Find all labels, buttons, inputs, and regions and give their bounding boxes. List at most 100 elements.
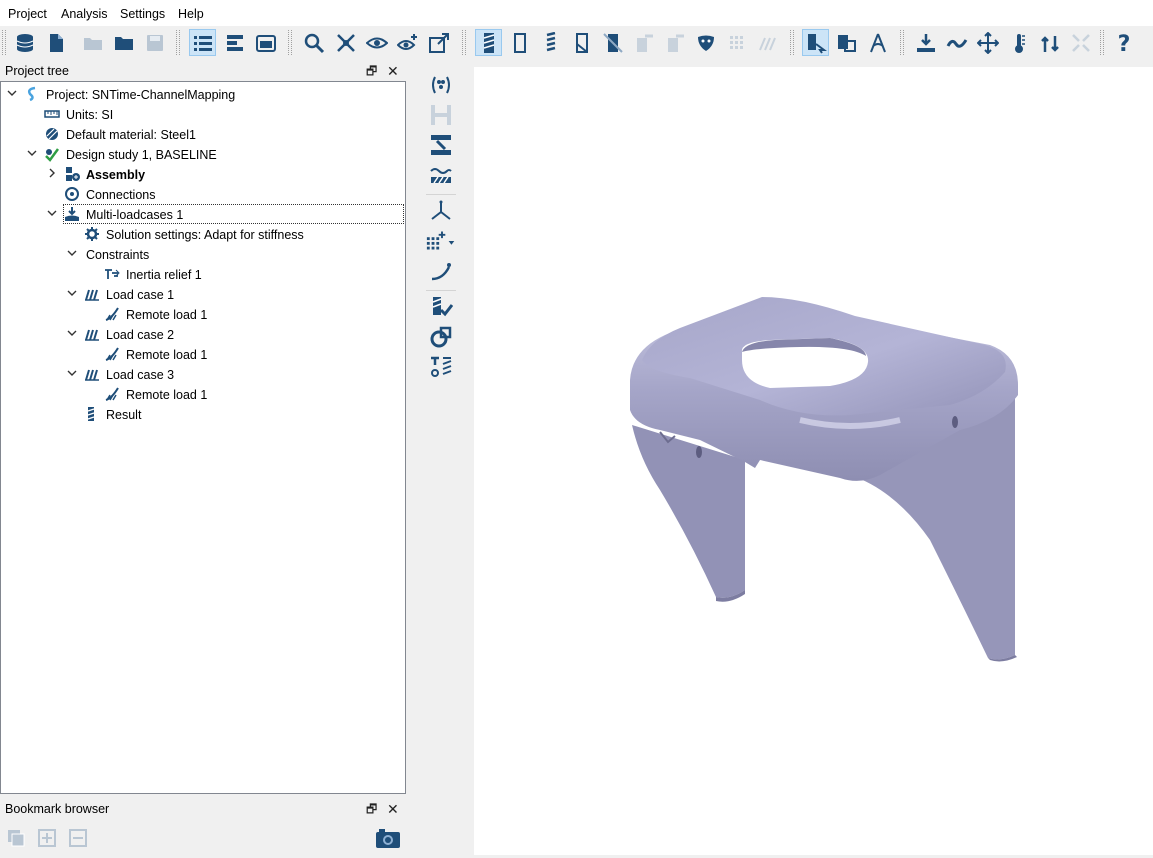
bracket-model[interactable] [474, 67, 1153, 855]
chevron-down-icon[interactable] [6, 87, 18, 99]
outline-button[interactable] [506, 29, 533, 56]
wave-button[interactable] [943, 29, 970, 56]
3d-viewport[interactable] [474, 67, 1153, 855]
float-panel-icon[interactable]: 🗗 [366, 799, 377, 819]
tree-item[interactable]: Result [1, 404, 405, 424]
menu-analysis[interactable]: Analysis [61, 7, 108, 21]
boolean-button[interactable] [428, 324, 454, 350]
section-button[interactable] [568, 29, 595, 56]
remove-bookmark-icon[interactable] [68, 828, 88, 848]
symmetry-button[interactable] [428, 102, 454, 128]
tree-item[interactable]: Remote load 1 [1, 384, 405, 404]
export-view-icon [428, 32, 449, 53]
chevron-right-icon[interactable] [46, 167, 58, 179]
tree-item[interactable]: Units: SI [1, 104, 405, 124]
toolbar-separator [176, 30, 180, 55]
point-grid-button[interactable] [424, 228, 460, 254]
add-bookmark-icon[interactable] [37, 828, 57, 848]
chevron-down-icon[interactable] [46, 207, 58, 219]
view-eye-button[interactable] [363, 29, 390, 56]
move-button[interactable] [974, 29, 1001, 56]
select-part-icon [807, 33, 827, 54]
chevron-down-icon[interactable] [26, 147, 38, 159]
tree-item[interactable]: Project: SNTime-ChannelMapping [1, 84, 405, 104]
mask-button[interactable] [692, 29, 719, 56]
coordinate-system-button[interactable] [428, 198, 454, 224]
tree-item[interactable]: Multi-loadcases 1 [1, 204, 405, 224]
shaded-button[interactable] [475, 29, 502, 56]
float-panel-icon[interactable]: 🗗 [366, 61, 377, 81]
grid-button[interactable] [723, 29, 750, 56]
tree-item[interactable]: Solution settings: Adapt for stiffness [1, 224, 405, 244]
select-part-button[interactable] [802, 29, 829, 56]
new-file-button[interactable] [42, 29, 69, 56]
wireframe-button[interactable] [537, 29, 564, 56]
pin2-button[interactable] [661, 29, 688, 56]
tree-item[interactable]: Default material: Steel1 [1, 124, 405, 144]
remote-load-icon [104, 306, 120, 322]
surface-region-button[interactable] [428, 162, 454, 188]
chevron-down-icon[interactable] [66, 367, 78, 379]
menu-help[interactable]: Help [178, 7, 204, 21]
collapse-button[interactable] [1067, 29, 1094, 56]
screenshot-button[interactable] [252, 29, 279, 56]
design-space-button[interactable] [428, 72, 454, 98]
tree-item[interactable]: Remote load 1 [1, 304, 405, 324]
sensitivity-button[interactable] [1036, 29, 1063, 56]
pin-button[interactable] [630, 29, 657, 56]
check-part-button[interactable] [428, 294, 454, 320]
tree-item[interactable]: Design study 1, BASELINE [1, 144, 405, 164]
bookmark-list-button[interactable] [221, 29, 248, 56]
close-panel-icon[interactable]: ✕ [387, 799, 399, 819]
thermometer-button[interactable] [1005, 29, 1032, 56]
export-view-button[interactable] [425, 29, 452, 56]
tree-item-label: Load case 2 [106, 328, 175, 342]
manufacturing-constraints-button[interactable] [428, 354, 454, 380]
tree-list-button[interactable] [189, 29, 216, 56]
clip-button[interactable] [599, 29, 626, 56]
tree-item[interactable]: Assembly [1, 164, 405, 184]
load-case-icon [84, 326, 100, 342]
zoom-button[interactable] [300, 29, 327, 56]
chevron-down-icon[interactable] [66, 247, 78, 259]
chevron-down-icon[interactable] [66, 287, 78, 299]
load-case-icon [84, 286, 100, 302]
add-view-button[interactable] [394, 29, 421, 56]
design-study-icon [44, 146, 60, 162]
load-button[interactable] [912, 29, 939, 56]
frozen-region-button[interactable] [428, 132, 454, 158]
save-button[interactable] [141, 29, 168, 56]
folder-button[interactable] [110, 29, 137, 56]
tree-item[interactable]: Remote load 1 [1, 344, 405, 364]
open-folder-button[interactable] [79, 29, 106, 56]
vertical-separator [426, 290, 456, 291]
camera-icon[interactable] [375, 826, 401, 850]
chevron-down-icon[interactable] [66, 327, 78, 339]
main-toolbar: ? [0, 26, 1153, 59]
menu-settings[interactable]: Settings [120, 7, 165, 21]
vertical-toolbar [418, 70, 464, 390]
select-body-button[interactable] [833, 29, 860, 56]
curve-button[interactable] [428, 258, 454, 284]
help-icon: ? [1117, 32, 1130, 54]
tree-item[interactable]: Constraints [1, 244, 405, 264]
tree-item[interactable]: Connections [1, 184, 405, 204]
connections-icon [64, 186, 80, 202]
close-panel-icon[interactable]: ✕ [387, 61, 399, 81]
fit-button[interactable] [332, 29, 359, 56]
hatch-button[interactable] [754, 29, 781, 56]
design-space-icon [432, 76, 450, 94]
copy-bookmark-icon[interactable] [6, 828, 26, 848]
tree-item-label: Units: SI [66, 108, 114, 122]
tree-item[interactable]: Load case 2 [1, 324, 405, 344]
measure-button[interactable] [864, 29, 891, 56]
tree-item[interactable]: Load case 3 [1, 364, 405, 384]
tree-item[interactable]: Load case 1 [1, 284, 405, 304]
menu-project[interactable]: Project [8, 7, 47, 21]
tree-item[interactable]: Inertia relief 1 [1, 264, 405, 284]
help-button[interactable]: ? [1110, 29, 1137, 56]
toolbar-grip[interactable] [2, 30, 6, 55]
move-icon [976, 31, 999, 54]
database-button[interactable] [11, 29, 38, 56]
tree-item-label: Remote load 1 [126, 348, 208, 362]
